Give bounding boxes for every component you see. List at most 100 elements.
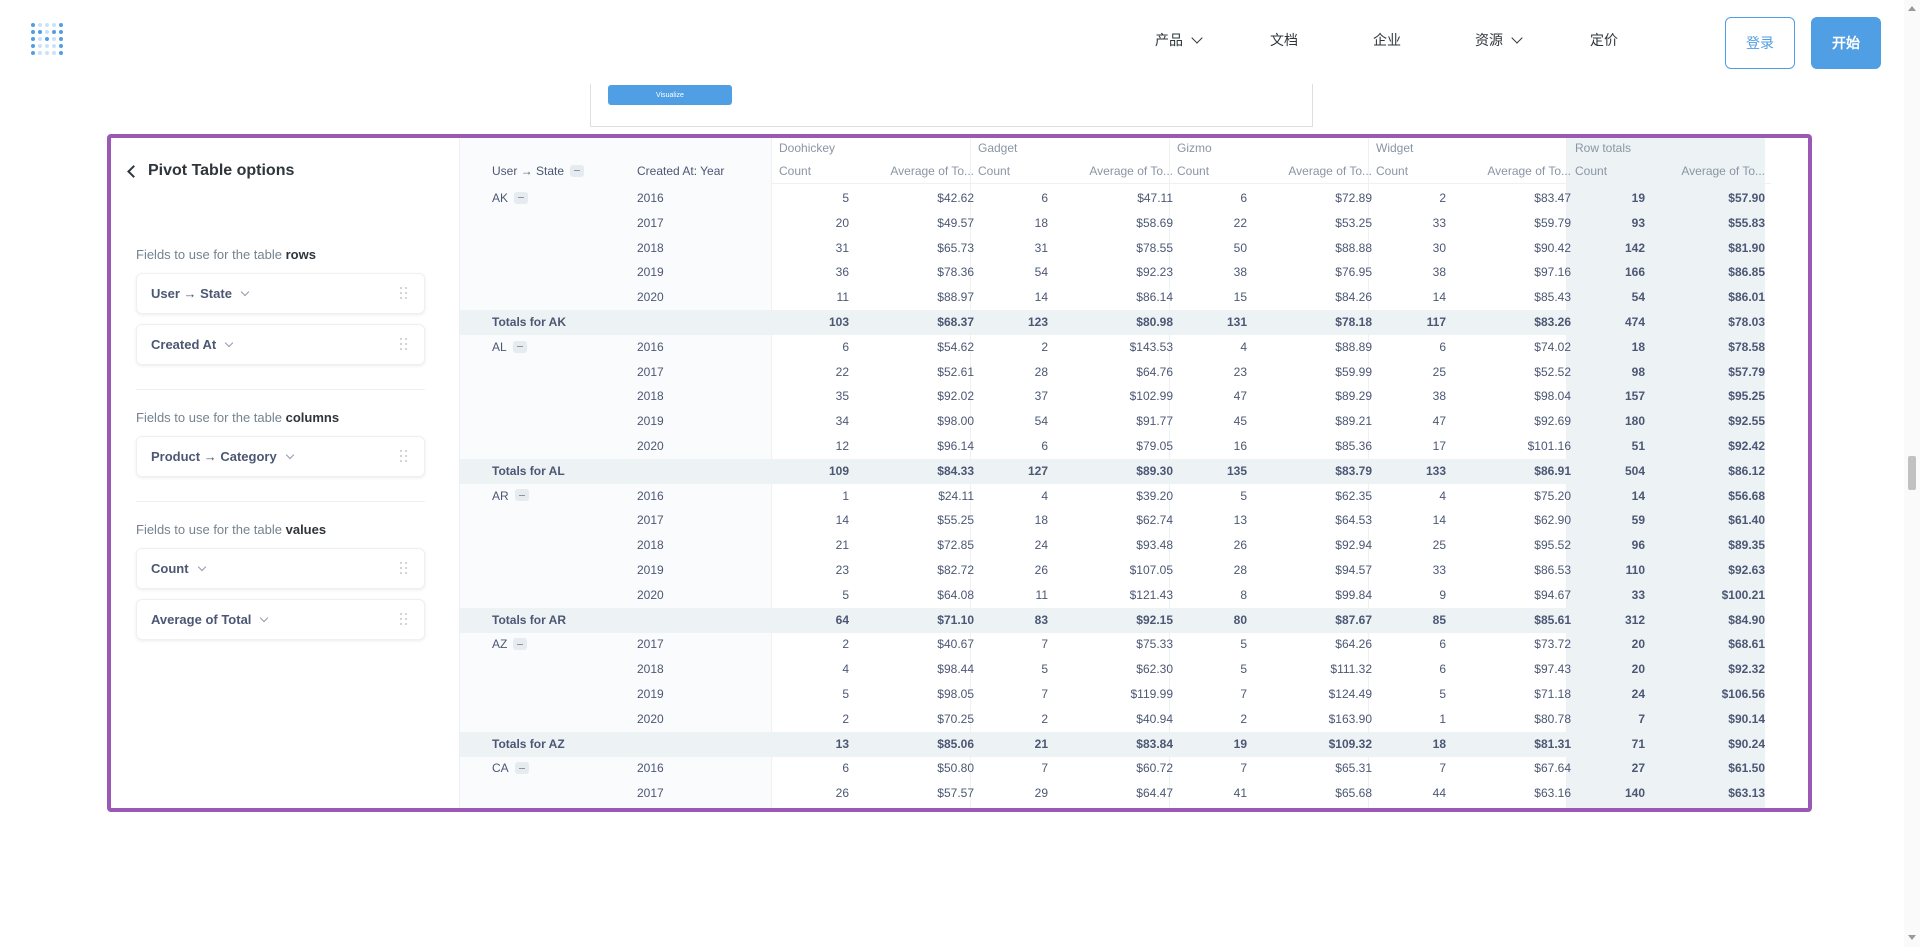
subtotal-label: Totals for AL (492, 463, 565, 478)
drag-handle-icon[interactable] (400, 613, 410, 627)
scroll-thumb[interactable] (1908, 456, 1916, 490)
table-cell: 12 (835, 439, 849, 453)
subtotal-cell: 474 (1624, 315, 1645, 329)
row-state-label[interactable]: AZ (492, 632, 528, 657)
row-state-label[interactable]: AL (492, 335, 527, 360)
nav-item-4[interactable]: 定价 (1590, 30, 1618, 50)
nav-item-0[interactable]: 产品 (1155, 30, 1203, 50)
collapse-icon[interactable] (570, 164, 585, 177)
field-pill[interactable]: Count (136, 548, 425, 589)
table-cell: 28 (1233, 563, 1247, 577)
table-cell: 15 (1233, 290, 1247, 305)
chevron-down-icon[interactable] (285, 450, 294, 460)
row-year-label: 2018 (637, 240, 664, 255)
table-cell: 47 (1432, 414, 1446, 429)
row-state-label[interactable]: AK (492, 186, 529, 211)
row-state-label[interactable]: AR (492, 484, 529, 509)
nav-item-label: 文档 (1270, 32, 1298, 48)
value-header-count: Count (1177, 164, 1210, 178)
table-cell: 2 (842, 711, 849, 726)
table-cell: 6 (842, 339, 849, 354)
row-year-label: 2020 (637, 439, 664, 453)
collapse-icon[interactable] (514, 762, 529, 775)
nav-item-1[interactable]: 文档 (1270, 30, 1298, 50)
table-cell: 4 (1240, 339, 1247, 354)
table-cell: 6 (842, 761, 849, 776)
row-state-label[interactable]: CA (492, 756, 529, 781)
nav-item-3[interactable]: 资源 (1475, 30, 1523, 50)
table-cell: $86.85 (1728, 265, 1765, 280)
table-cell: 7 (1041, 637, 1048, 652)
chevron-down-icon[interactable] (240, 287, 250, 297)
table-cell: 33 (1631, 587, 1645, 602)
table-cell: 7 (1041, 761, 1048, 776)
chevron-down-icon[interactable] (197, 562, 206, 572)
table-cell: 41 (1233, 786, 1247, 801)
section-label-values: Fields to use for the table values (136, 522, 326, 537)
page-scrollbar[interactable] (1904, 0, 1920, 947)
chevron-down-icon[interactable] (225, 338, 234, 348)
table-cell: 5 (1439, 687, 1446, 701)
row-year-label: 2017 (637, 364, 664, 379)
subtotal-cell: $78.03 (1728, 315, 1765, 329)
metabase-logo-icon[interactable] (31, 20, 67, 60)
table-cell: 23 (835, 563, 849, 577)
field-pill[interactable]: User → State (136, 273, 425, 314)
table-cell: 4 (842, 662, 849, 677)
state-label: AK (492, 191, 509, 205)
section-divider (136, 501, 425, 502)
column-group-header: Widget (1376, 141, 1414, 155)
value-header-count: Count (779, 164, 812, 178)
field-pill-label: User → State (151, 286, 232, 301)
table-cell: 45 (1233, 414, 1247, 429)
table-cell: 44 (1432, 786, 1446, 801)
login-button[interactable]: 登录 (1725, 17, 1795, 69)
drag-handle-icon[interactable] (400, 338, 410, 352)
table-cell: 26 (1034, 563, 1048, 577)
subtotal-cell: 123 (1027, 315, 1048, 329)
collapse-icon[interactable] (514, 191, 529, 204)
drag-handle-icon[interactable] (400, 287, 410, 301)
drag-handle-icon[interactable] (400, 450, 410, 464)
section-label-prefix: Fields to use for the table (136, 410, 282, 425)
collapse-icon[interactable] (514, 489, 529, 502)
subtotal-cell: 80 (1233, 612, 1247, 627)
table-cell: 98 (1631, 364, 1645, 379)
nav-item-2[interactable]: 企业 (1373, 30, 1401, 50)
table-cell: 9 (1439, 587, 1446, 602)
table-cell: 25 (1432, 538, 1446, 553)
field-pill[interactable]: Average of Total (136, 599, 425, 640)
table-cell: $57.90 (1728, 191, 1765, 205)
subtotal-cell: 109 (828, 463, 849, 478)
get-started-button[interactable]: 开始 (1811, 17, 1881, 69)
table-cell: $92.55 (1728, 414, 1765, 429)
table-cell: 4 (1041, 488, 1048, 503)
field-pill[interactable]: Created At (136, 324, 425, 365)
chevron-down-icon (1191, 32, 1203, 44)
scroll-down-arrow-icon[interactable] (1908, 935, 1916, 940)
drag-handle-icon[interactable] (400, 562, 410, 576)
subtotal-cell: 64 (835, 612, 849, 627)
collapse-icon[interactable] (513, 638, 528, 651)
table-cell: 14 (1631, 488, 1645, 503)
table-cell: 4 (1439, 488, 1446, 503)
table-cell: 11 (1035, 587, 1048, 602)
visualize-button[interactable]: Visualize (608, 85, 732, 105)
table-cell: $92.42 (1728, 439, 1765, 453)
row-header-state[interactable]: User → State (492, 159, 585, 184)
pivot-options-back-button[interactable]: Pivot Table options (127, 162, 294, 180)
row-year-label: 2019 (637, 687, 664, 701)
chevron-down-icon[interactable] (260, 613, 269, 623)
table-cell: 38 (1233, 265, 1247, 280)
section-label-keyword: values (285, 522, 327, 537)
row-year-label: 2019 (637, 265, 664, 280)
scroll-up-arrow-icon[interactable] (1908, 6, 1916, 11)
previous-screenshot-panel: Visualize (590, 84, 1313, 127)
subtotal-cell: 127 (1027, 463, 1048, 478)
state-label: AZ (492, 637, 508, 652)
collapse-icon[interactable] (512, 340, 527, 353)
table-cell: $81.90 (1728, 240, 1765, 255)
table-cell: 7 (1240, 687, 1247, 701)
table-cell: 7 (1041, 687, 1048, 701)
field-pill[interactable]: Product → Category (136, 436, 425, 477)
